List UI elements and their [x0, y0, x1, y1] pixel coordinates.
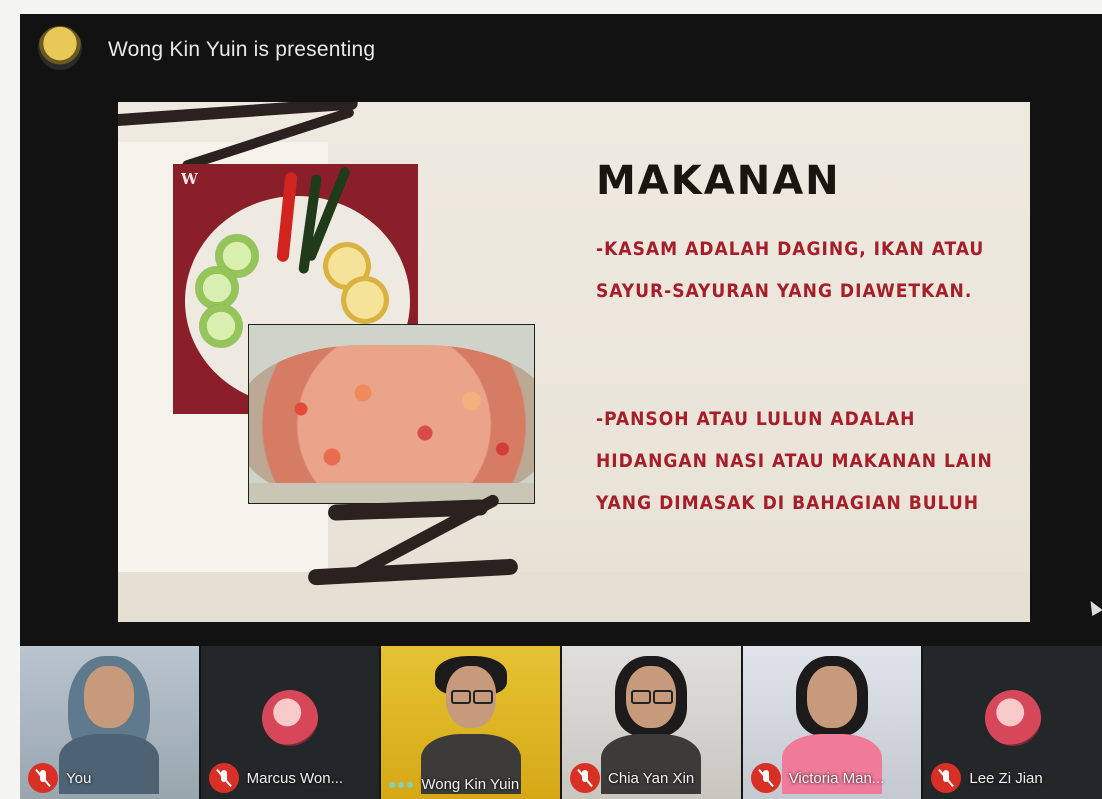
participant-avatar — [262, 690, 318, 746]
participant-tile-wong[interactable]: Wong Kin Yuin — [379, 646, 561, 799]
participant-name: Marcus Won... — [246, 769, 344, 787]
tile-footer: Victoria Man... — [750, 763, 885, 793]
mic-off-icon — [570, 763, 601, 793]
participant-tile-victoria[interactable]: Victoria Man... — [740, 646, 922, 799]
participant-name: You — [66, 769, 92, 787]
slide-bottom-strip — [118, 572, 1030, 622]
dish — [249, 345, 534, 503]
slide-paragraph: -Pansoh atau lulun adalah hidangan nasi … — [596, 408, 993, 514]
presenter-banner: Wong Kin Yuin is presenting — [20, 14, 1102, 86]
presenter-avatar — [38, 26, 82, 70]
tile-footer: Chia Yan Xin — [570, 763, 694, 793]
mouse-cursor-icon — [1085, 597, 1102, 617]
participant-tile-you[interactable]: You — [20, 646, 199, 799]
participant-tile-lee[interactable]: Lee Zi Jian — [921, 646, 1102, 799]
slide-title: MAKANAN — [596, 158, 841, 204]
mic-off-icon — [931, 763, 962, 793]
presenter-banner-text: Wong Kin Yuin is presenting — [108, 38, 376, 61]
tile-footer: Lee Zi Jian — [931, 763, 1043, 793]
mic-off-icon — [208, 763, 239, 793]
presentation-slide: W MAKANAN -Kasam adalah daging, ikan ata… — [118, 102, 1030, 622]
tile-footer: You — [28, 763, 91, 793]
mic-off-icon — [28, 763, 58, 793]
speaking-indicator-icon — [389, 781, 414, 788]
participant-avatar — [984, 690, 1041, 746]
slide-paragraph: -Kasam adalah daging, ikan atau sayur-sa… — [596, 238, 985, 302]
photo-brand-mark: W — [181, 170, 198, 188]
participant-strip: You Marcus Won... Wong Kin Yuin Chia Yan… — [20, 646, 1102, 799]
participant-name: Chia Yan Xin — [608, 769, 695, 787]
participant-tile-chia[interactable]: Chia Yan Xin — [560, 646, 741, 799]
participant-name: Lee Zi Jian — [969, 769, 1043, 787]
participant-video — [420, 656, 521, 794]
participant-name: Wong Kin Yuin — [421, 776, 520, 793]
tile-footer: Marcus Won... — [208, 763, 344, 793]
mic-off-icon — [750, 763, 781, 793]
cucumber-slice — [199, 304, 243, 348]
meeting-window: Wong Kin Yuin is presenting W MAKANAN -K… — [20, 14, 1102, 799]
lime-slice — [341, 276, 389, 324]
tile-footer: Wong Kin Yuin — [389, 776, 519, 793]
participant-tile-marcus[interactable]: Marcus Won... — [198, 646, 380, 799]
food-photo-dish — [248, 324, 535, 504]
participant-name: Victoria Man... — [788, 769, 885, 787]
